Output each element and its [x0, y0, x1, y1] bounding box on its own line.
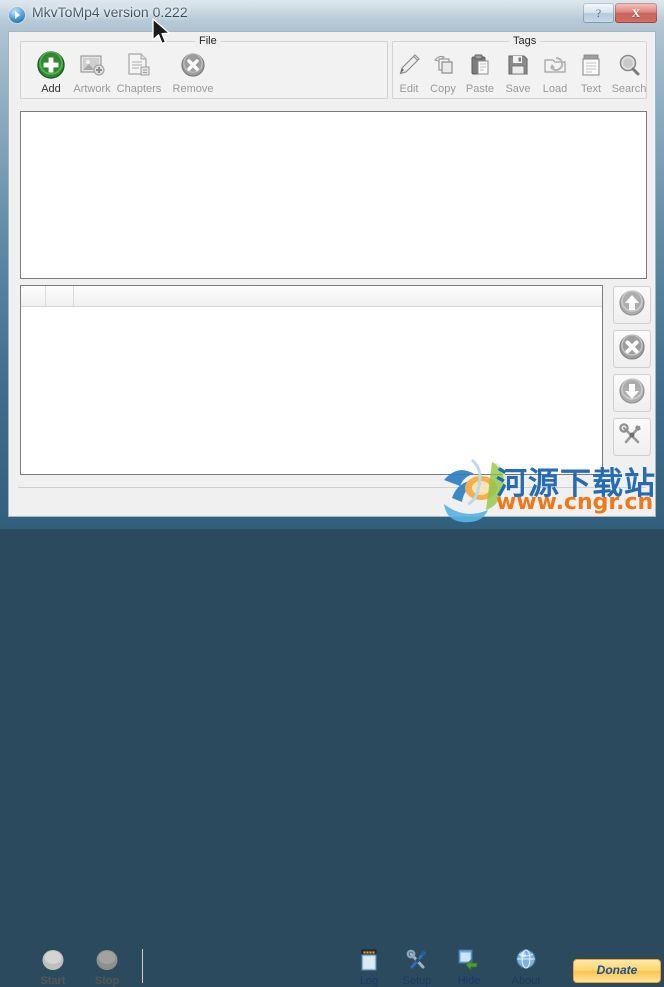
artwork-preview-panel[interactable] [20, 111, 647, 279]
chapters-pages-icon [113, 48, 165, 82]
toolbar-button-search[interactable]: Search [607, 48, 651, 95]
file-list-column-1[interactable] [46, 286, 74, 306]
mouse-cursor [152, 18, 174, 48]
toolbar-button-save-label: Save [505, 83, 531, 95]
stop-button-label: Stop [94, 975, 120, 987]
remove-item-button[interactable] [613, 330, 651, 368]
about-button[interactable]: About [499, 946, 553, 987]
file-list-header[interactable] [21, 286, 602, 307]
tools-blue-icon [390, 946, 444, 974]
toolbar-button-artwork-label: Artwork [73, 83, 111, 95]
text-file-icon [572, 48, 610, 82]
toolbar-button-remove[interactable]: Remove [167, 48, 219, 95]
application-window: MkvToMp4 version 0.222 ? X File Add Artw… [0, 0, 664, 987]
clipboard-icon [461, 48, 499, 82]
toolbar-button-paste-label: Paste [465, 83, 495, 95]
start-button-label: Start [40, 975, 66, 987]
item-tools-button[interactable] [613, 418, 651, 456]
toolbar-button-copy[interactable]: Copy [424, 48, 462, 95]
x-circle-icon [617, 332, 647, 367]
arrow-down-circle-icon [617, 376, 647, 411]
toolbar-button-load[interactable]: Load [536, 48, 574, 95]
toolbar-button-text[interactable]: Text [572, 48, 610, 95]
title-bar[interactable]: MkvToMp4 version 0.222 ? X [0, 0, 664, 30]
toolbar-button-load-label: Load [542, 83, 568, 95]
circle-dark-icon [80, 946, 134, 974]
toolbar-button-chapters[interactable]: Chapters [113, 48, 165, 95]
toolbar-button-artwork[interactable]: Artwork [66, 48, 118, 95]
move-down-button[interactable] [613, 374, 651, 412]
artwork-image-icon [66, 48, 118, 82]
file-list-column-2[interactable] [74, 286, 602, 306]
donate-button[interactable]: Donate [573, 959, 661, 983]
toolbar-button-edit[interactable]: Edit [391, 48, 427, 95]
log-button-label: Log [359, 975, 379, 987]
toolbar-button-remove-label: Remove [172, 83, 214, 95]
toolbar-button-text-label: Text [580, 83, 602, 95]
circle-light-icon [26, 946, 80, 974]
setup-button[interactable]: Setup [390, 946, 444, 987]
toolbar-ribbon: File Add Artwork Chapters Remove Tags Ed… [9, 32, 655, 101]
file-list-body[interactable] [21, 307, 602, 474]
about-globe-icon [499, 946, 553, 974]
magnifier-icon [607, 48, 651, 82]
stop-button[interactable]: Stop [80, 946, 134, 987]
file-list-column-0[interactable] [21, 286, 46, 306]
toolbar-group-tags-caption: Tags [509, 35, 541, 47]
copy-icon [424, 48, 462, 82]
bottom-bar: Start Stop Log Setup Hide About Donate [10, 485, 661, 987]
move-up-button[interactable] [613, 286, 651, 324]
arrow-up-circle-icon [617, 288, 647, 323]
close-button[interactable]: X [615, 3, 657, 23]
hide-window-icon [442, 946, 496, 974]
help-button[interactable]: ? [583, 3, 614, 23]
toolbar-button-save[interactable]: Save [499, 48, 537, 95]
setup-button-label: Setup [402, 975, 432, 987]
floppy-disk-icon [499, 48, 537, 82]
toolbar-group-file-caption: File [195, 35, 221, 47]
toolbar-button-edit-label: Edit [399, 83, 419, 95]
load-folder-icon [536, 48, 574, 82]
start-button[interactable]: Start [26, 946, 80, 987]
log-document-icon [342, 946, 396, 974]
remove-circle-icon [167, 48, 219, 82]
toolbar-button-paste[interactable]: Paste [461, 48, 499, 95]
pencil-icon [391, 48, 427, 82]
tools-icon [617, 420, 647, 455]
log-button[interactable]: Log [342, 946, 396, 987]
bottom-bar-divider [142, 949, 143, 983]
hide-button-label: Hide [457, 975, 481, 987]
play-circle-icon [9, 7, 25, 23]
hide-button[interactable]: Hide [442, 946, 496, 987]
toolbar-button-chapters-label: Chapters [116, 83, 162, 95]
toolbar-button-search-label: Search [611, 83, 647, 95]
about-button-label: About [511, 975, 541, 987]
toolbar-button-copy-label: Copy [430, 83, 456, 95]
file-list-view[interactable] [20, 285, 603, 475]
client-area: File Add Artwork Chapters Remove Tags Ed… [8, 31, 661, 987]
